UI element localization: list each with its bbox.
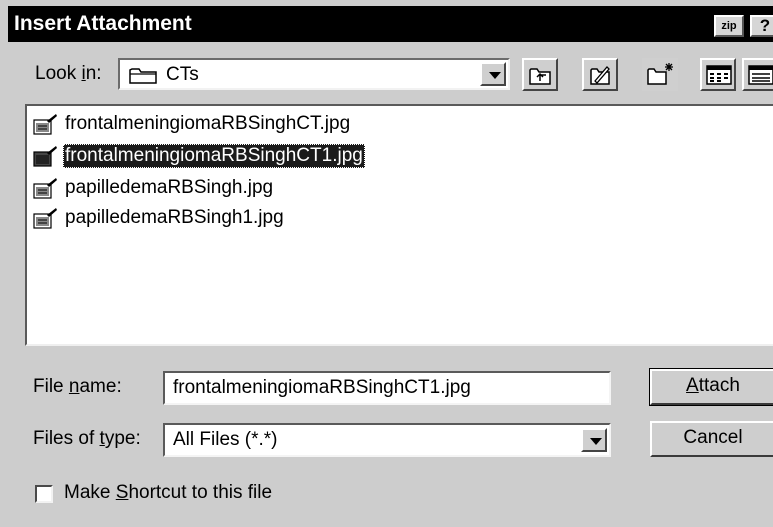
- help-button[interactable]: ?: [750, 15, 773, 37]
- file-type-label: Files of type:: [33, 428, 141, 450]
- file-name-field[interactable]: [163, 371, 611, 405]
- file-name-label-suffix: ame:: [79, 376, 122, 397]
- attach-button-accel: A: [686, 375, 699, 396]
- make-shortcut-label-text: Make: [64, 482, 116, 503]
- file-type-dropdown[interactable]: All Files (*.*): [163, 423, 611, 457]
- dialog-title: Insert Attachment: [14, 12, 192, 35]
- jpg-file-icon: [33, 146, 59, 173]
- list-view-button[interactable]: [700, 58, 736, 91]
- file-type-label-text: Files of: [33, 428, 100, 449]
- title-bar[interactable]: Insert Attachment zip ?: [8, 6, 773, 42]
- details-view-button[interactable]: [742, 58, 773, 91]
- look-in-value: CTs: [166, 64, 199, 85]
- make-shortcut-checkbox[interactable]: [35, 485, 53, 503]
- attach-button-label: ttach: [698, 375, 740, 396]
- file-type-label-suffix: ype:: [104, 428, 141, 449]
- file-name-input[interactable]: [173, 377, 593, 399]
- file-type-value: All Files (*.*): [173, 429, 278, 450]
- zip-button[interactable]: zip: [714, 15, 744, 37]
- new-folder-button[interactable]: [642, 58, 678, 91]
- look-in-label-text: Look: [35, 63, 82, 84]
- make-shortcut-label-accel: S: [115, 482, 129, 503]
- file-name: frontalmeningiomaRBSinghCT1.jpg: [63, 144, 365, 168]
- cancel-button[interactable]: Cancel: [650, 421, 773, 457]
- look-in-label-suffix: n:: [85, 63, 102, 84]
- jpg-file-icon: [33, 178, 59, 205]
- file-type-dropdown-button[interactable]: [581, 428, 607, 452]
- file-list[interactable]: frontalmeningiomaRBSinghCT.jpg frontalme…: [25, 104, 773, 346]
- make-shortcut-label[interactable]: Make Shortcut to this file: [64, 482, 272, 504]
- file-name: papilledemaRBSingh.jpg: [65, 177, 274, 198]
- file-name-label: File name:: [33, 376, 122, 398]
- jpg-file-icon: [33, 114, 59, 141]
- look-in-dropdown-button[interactable]: [480, 62, 506, 86]
- up-one-level-button[interactable]: [522, 58, 558, 91]
- make-shortcut-label-suffix: hortcut to this file: [128, 482, 273, 503]
- favorites-button[interactable]: [582, 58, 618, 91]
- file-name: frontalmeningiomaRBSinghCT.jpg: [65, 113, 351, 134]
- file-name: papilledemaRBSingh1.jpg: [65, 207, 284, 228]
- look-in-label: Look in:: [35, 63, 102, 85]
- folder-icon: [128, 65, 160, 90]
- file-name-label-accel: n: [68, 376, 80, 397]
- look-in-dropdown[interactable]: CTs: [118, 58, 510, 90]
- attach-button[interactable]: Attach: [649, 368, 773, 406]
- jpg-file-icon: [33, 208, 59, 235]
- insert-attachment-dialog: Insert Attachment zip ? Look in: CTs fro…: [0, 0, 773, 527]
- file-name-label-text: File: [33, 376, 69, 397]
